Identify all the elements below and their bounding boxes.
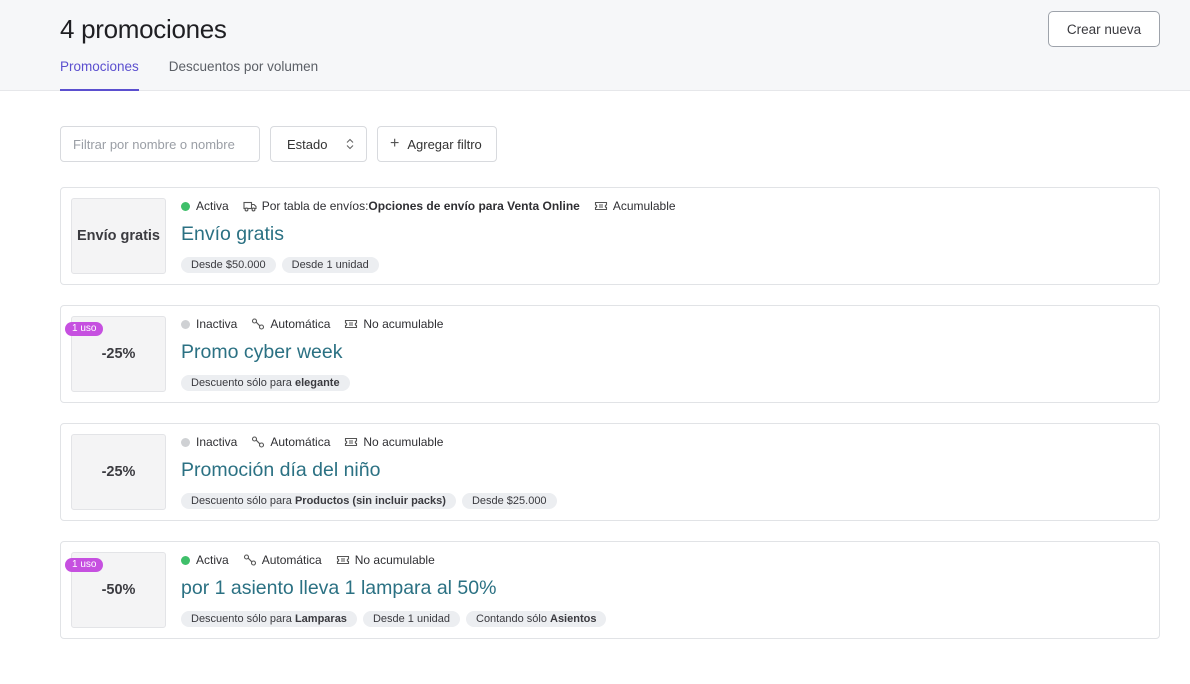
ticket-icon [336,554,350,566]
promotion-thumbnail: -25% [71,434,166,510]
tag-bold-text: Lamparas [294,613,347,625]
stacking-info: No acumulable [336,553,435,567]
promotion-title-link[interactable]: Promoción día del niño [181,459,380,482]
promotion-thumbnail: Envío gratis [71,198,166,274]
status-label: Inactiva [196,435,238,449]
filter-bar: Estado + Agregar filtro [60,126,497,162]
tag-text: Desde $25.000 [471,495,547,507]
tag-bold-text: Productos (sin incluir packs) [294,495,446,507]
tag-text: Desde $50.000 [191,259,266,271]
automatic-icon [251,436,265,448]
plus-icon: + [390,135,400,152]
status-label: Activa [196,199,229,213]
promotion-meta: Inactiva Automática No acumulable [181,435,457,449]
promotion-card[interactable]: Envío gratis Activa Por tabla de envíos: O… [60,187,1160,285]
condition-tag: Descuento sólo para Productos (sin inclu… [181,493,456,509]
add-filter-label: Agregar filtro [407,136,482,152]
truck-icon [243,200,257,212]
chevron-up-down-icon [346,138,354,150]
stacking-label: Acumulable [612,199,676,213]
tab-promociones[interactable]: Promociones [60,59,139,91]
promotion-type: Automática [251,317,330,331]
tag-bold-text: Asientos [550,613,597,625]
status-dot [181,555,190,565]
automatic-icon [251,318,265,330]
tag-text: Descuento sólo para [191,613,295,625]
condition-tag: Contando sólo Asientos [466,611,607,627]
tag-bold-text: elegante [294,377,340,389]
search-input[interactable] [60,126,260,162]
status-label: Inactiva [196,317,238,331]
promotion-card[interactable]: 1 uso -50% Activa Automática No acumulable po… [60,541,1160,639]
ticket-icon [344,436,358,448]
create-new-button[interactable]: Crear nueva [1048,11,1160,47]
promotion-tags: Descuento sólo para Productos (sin inclu… [181,493,563,509]
condition-tag: Desde 1 unidad [281,257,379,273]
promotion-title-link[interactable]: por 1 asiento lleva 1 lampara al 50% [181,577,496,600]
stacking-info: No acumulable [344,317,443,331]
type-detail: Opciones de envío para Venta Online [368,199,580,213]
type-label: Automática [261,553,322,567]
promotion-type: Automática [251,435,330,449]
stacking-info: No acumulable [344,435,443,449]
condition-tag: Descuento sólo para Lamparas [181,611,357,627]
tag-text: Desde 1 unidad [291,259,369,271]
condition-tag: Desde $25.000 [461,493,557,509]
ticket-icon [594,200,608,212]
status-indicator: Inactiva [181,317,237,331]
stacking-label: No acumulable [363,317,444,331]
condition-tag: Desde $50.000 [181,257,276,273]
tag-text: Descuento sólo para [191,495,295,507]
condition-tag: Desde 1 unidad [362,611,460,627]
status-dot [181,437,190,447]
tag-text: Contando sólo [476,613,550,625]
automatic-icon [243,554,257,566]
stacking-label: No acumulable [354,553,435,567]
status-indicator: Activa [181,199,229,213]
tab-bar: Promociones Descuentos por volumen [60,59,348,91]
add-filter-button[interactable]: + Agregar filtro [377,126,497,162]
promotion-title-link[interactable]: Envío gratis [181,223,284,246]
status-indicator: Activa [181,553,229,567]
status-indicator: Inactiva [181,435,237,449]
uses-badge: 1 uso [65,558,104,572]
promotion-card[interactable]: -25% Inactiva Automática No acumulable Promo… [60,423,1160,521]
promotion-tags: Descuento sólo para elegante [181,375,356,391]
status-select-label: Estado [287,136,328,152]
promotion-tags: Descuento sólo para Lamparas Desde 1 unid… [181,611,612,627]
status-select[interactable]: Estado [270,126,367,162]
promotion-meta: Inactiva Automática No acumulable [181,317,457,331]
promotion-title-link[interactable]: Promo cyber week [181,341,342,364]
uses-badge: 1 uso [65,322,104,336]
page-header: 4 promociones Crear nueva Promociones De… [0,0,1190,91]
tag-text: Desde 1 unidad [372,613,450,625]
tab-descuentos-por-volumen[interactable]: Descuentos por volumen [169,59,318,91]
promotion-type: Automática [243,553,322,567]
status-dot [181,201,190,211]
type-label: Por tabla de envíos: [261,199,369,213]
condition-tag: Descuento sólo para elegante [181,375,350,391]
promotion-meta: Activa Automática No acumulable [181,553,449,567]
tag-text: Descuento sólo para [191,377,295,389]
promotion-meta: Activa Por tabla de envíos: Opciones de e… [181,199,690,213]
ticket-icon [344,318,358,330]
status-dot [181,319,190,329]
type-label: Automática [270,317,331,331]
promotion-card[interactable]: 1 uso -25% Inactiva Automática No acumulable… [60,305,1160,403]
promotion-type: Por tabla de envíos: Opciones de envío p… [243,199,580,213]
page-title: 4 promociones [60,14,227,44]
stacking-info: Acumulable [594,199,676,213]
stacking-label: No acumulable [363,435,444,449]
promotion-tags: Desde $50.000 Desde 1 unidad [181,257,385,273]
type-label: Automática [270,435,331,449]
status-label: Activa [196,553,229,567]
